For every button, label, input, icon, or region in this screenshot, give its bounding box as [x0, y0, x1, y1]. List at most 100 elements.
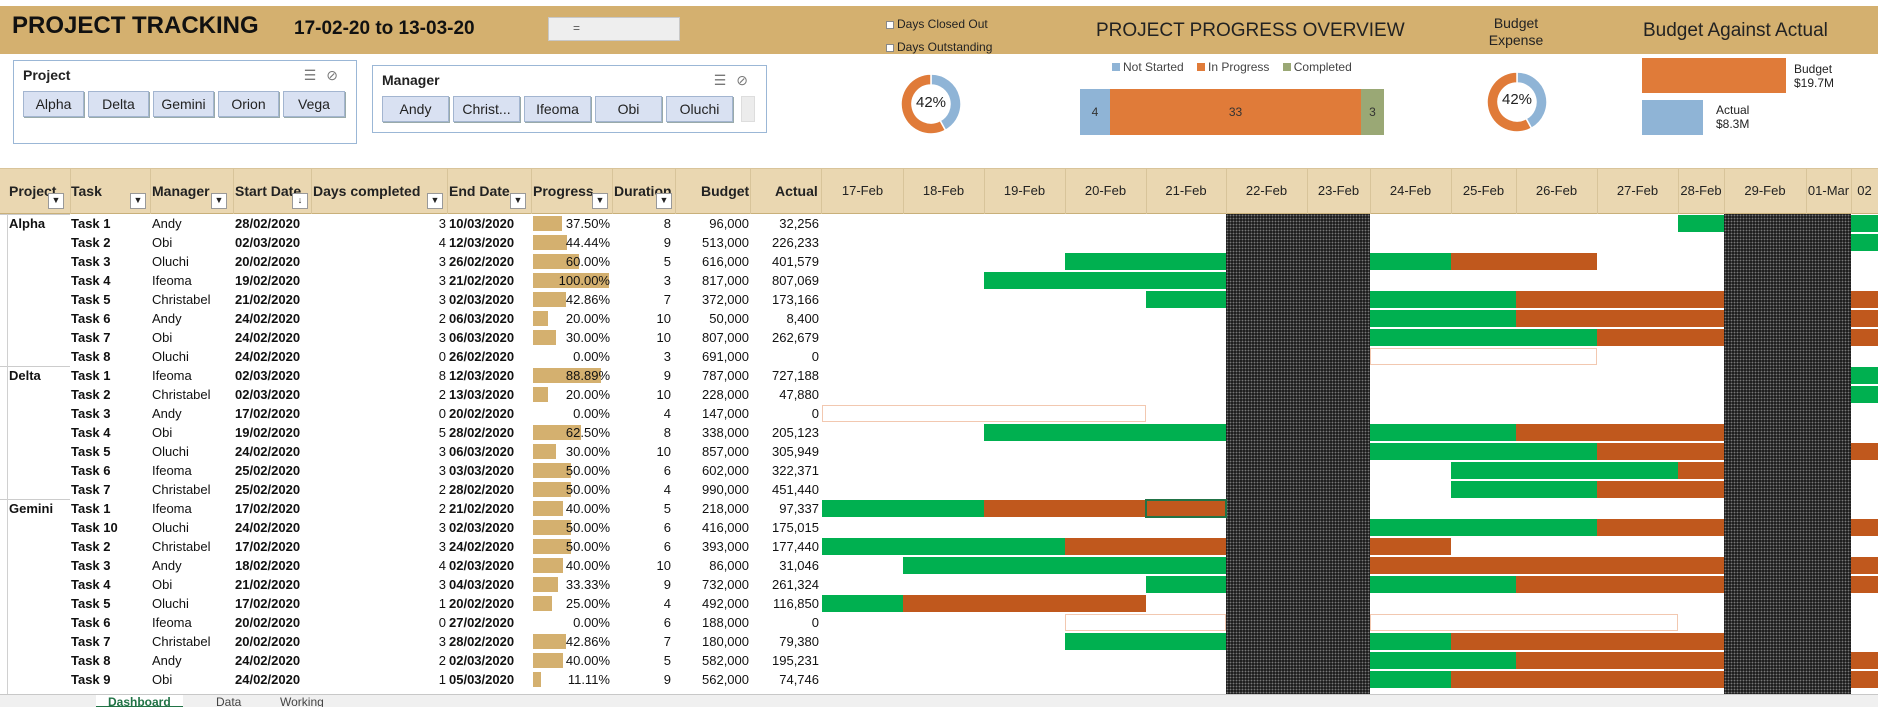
- cell-task[interactable]: Task 1: [71, 501, 149, 516]
- cell-progress[interactable]: 20.00%: [532, 311, 610, 326]
- gantt-bar-closed[interactable]: [903, 557, 1226, 574]
- filter-task-button[interactable]: ▼: [130, 193, 146, 209]
- gantt-bar-outstanding[interactable]: [1370, 538, 1451, 555]
- cell-duration[interactable]: 6: [614, 520, 671, 535]
- cell-end[interactable]: 06/03/2020: [449, 311, 530, 326]
- cell-end[interactable]: 12/03/2020: [449, 235, 530, 250]
- slicer-item-orion[interactable]: Orion: [218, 91, 279, 117]
- cell-task[interactable]: Task 5: [71, 596, 149, 611]
- cell-manager[interactable]: Obi: [152, 330, 232, 345]
- cell-days[interactable]: 3: [313, 577, 446, 592]
- cell-task[interactable]: Task 8: [71, 349, 149, 364]
- cell-end[interactable]: 04/03/2020: [449, 577, 530, 592]
- cell-actual[interactable]: 262,679: [752, 330, 819, 345]
- cell-task[interactable]: Task 2: [71, 539, 149, 554]
- cell-duration[interactable]: 8: [614, 216, 671, 231]
- gantt-bar-outstanding[interactable]: [1370, 557, 1724, 574]
- cell-duration[interactable]: 6: [614, 539, 671, 554]
- cell-progress[interactable]: 50.00%: [532, 463, 610, 478]
- cell-duration[interactable]: 10: [614, 330, 671, 345]
- clear-filter-icon[interactable]: ⊘: [326, 67, 348, 83]
- gantt-bar-closed[interactable]: [1370, 291, 1516, 308]
- cell-days[interactable]: 3: [313, 254, 446, 269]
- table-row[interactable]: Task 3 Andy 18/02/2020 4 02/03/2020 40.00% 10 8…: [0, 556, 1878, 575]
- cell-progress[interactable]: 30.00%: [532, 330, 610, 345]
- cell-days[interactable]: 3: [313, 463, 446, 478]
- gantt-bar-outstanding[interactable]: [1851, 329, 1878, 346]
- cell-task[interactable]: Task 10: [71, 520, 149, 535]
- cell-progress[interactable]: 0.00%: [532, 615, 610, 630]
- cell-progress[interactable]: 50.00%: [532, 482, 610, 497]
- cell-actual[interactable]: 175,015: [752, 520, 819, 535]
- gantt-bar-outstanding[interactable]: [1851, 519, 1878, 536]
- cell-task[interactable]: Task 1: [71, 368, 149, 383]
- slicer-item-obi[interactable]: Obi: [595, 96, 662, 122]
- cell-task[interactable]: Task 6: [71, 463, 149, 478]
- cell-budget[interactable]: 147,000: [677, 406, 749, 421]
- cell-progress[interactable]: 40.00%: [532, 653, 610, 668]
- cell-budget[interactable]: 513,000: [677, 235, 749, 250]
- table-row[interactable]: Task 3 Oluchi 20/02/2020 3 26/02/2020 60.00% 5…: [0, 252, 1878, 271]
- cell-duration[interactable]: 9: [614, 368, 671, 383]
- cell-start[interactable]: 02/03/2020: [235, 235, 312, 250]
- cell-budget[interactable]: 228,000: [677, 387, 749, 402]
- table-row[interactable]: Task 5 Oluchi 24/02/2020 3 06/03/2020 30.00% 1…: [0, 442, 1878, 461]
- cell-days[interactable]: 3: [313, 292, 446, 307]
- gantt-bar-outstanding[interactable]: [1516, 424, 1724, 441]
- cell-budget[interactable]: 562,000: [677, 672, 749, 687]
- slicer-item-alpha[interactable]: Alpha: [23, 91, 84, 117]
- table-row[interactable]: Task 9 Obi 24/02/2020 1 05/03/2020 11.11% 9 562…: [0, 670, 1878, 689]
- cell-actual[interactable]: 97,337: [752, 501, 819, 516]
- cell-start[interactable]: 19/02/2020: [235, 425, 312, 440]
- cell-manager[interactable]: Obi: [152, 425, 232, 440]
- cell-budget[interactable]: 96,000: [677, 216, 749, 231]
- cell-duration[interactable]: 7: [614, 292, 671, 307]
- gantt-bar-outstanding[interactable]: [1597, 481, 1724, 498]
- cell-progress[interactable]: 50.00%: [532, 520, 610, 535]
- gantt-bar-closed[interactable]: [822, 500, 984, 517]
- cell-budget[interactable]: 393,000: [677, 539, 749, 554]
- filter-duration-button[interactable]: ▼: [656, 193, 672, 209]
- cell-task[interactable]: Task 2: [71, 235, 149, 250]
- gantt-bar-closed[interactable]: [1370, 443, 1597, 460]
- cell-end[interactable]: 28/02/2020: [449, 425, 530, 440]
- cell-progress[interactable]: 33.33%: [532, 577, 610, 592]
- cell-days[interactable]: 4: [313, 235, 446, 250]
- cell-start[interactable]: 20/02/2020: [235, 254, 312, 269]
- slicer-item-ifeoma[interactable]: Ifeoma: [524, 96, 591, 122]
- gantt-bar-outstanding[interactable]: [1851, 291, 1878, 308]
- cell-actual[interactable]: 79,380: [752, 634, 819, 649]
- cell-actual[interactable]: 205,123: [752, 425, 819, 440]
- cell-end[interactable]: 12/03/2020: [449, 368, 530, 383]
- cell-end[interactable]: 20/02/2020: [449, 596, 530, 611]
- cell-task[interactable]: Task 3: [71, 558, 149, 573]
- cell-manager[interactable]: Oluchi: [152, 254, 232, 269]
- table-row[interactable]: Gemini Task 1 Ifeoma 17/02/2020 2 21/02/2020 4…: [0, 499, 1878, 518]
- gantt-bar-closed[interactable]: [1146, 291, 1226, 308]
- gantt-bar-closed[interactable]: [984, 424, 1226, 441]
- cell-manager[interactable]: Ifeoma: [152, 501, 232, 516]
- slicer-controls[interactable]: ☰⊘: [714, 72, 758, 89]
- cell-task[interactable]: Task 4: [71, 273, 149, 288]
- cell-budget[interactable]: 817,000: [677, 273, 749, 288]
- gantt-bar-outstanding[interactable]: [1516, 576, 1724, 593]
- cell-task[interactable]: Task 4: [71, 425, 149, 440]
- cell-start[interactable]: 24/02/2020: [235, 520, 312, 535]
- cell-days[interactable]: 0: [313, 406, 446, 421]
- cell-manager[interactable]: Andy: [152, 653, 232, 668]
- cell-task[interactable]: Task 3: [71, 406, 149, 421]
- cell-end[interactable]: 21/02/2020: [449, 501, 530, 516]
- gantt-bar-empty[interactable]: [1370, 614, 1678, 631]
- cell-actual[interactable]: 401,579: [752, 254, 819, 269]
- cell-budget[interactable]: 188,000: [677, 615, 749, 630]
- cell-manager[interactable]: Oluchi: [152, 349, 232, 364]
- cell-budget[interactable]: 86,000: [677, 558, 749, 573]
- cell-duration[interactable]: 3: [614, 273, 671, 288]
- cell-days[interactable]: 3: [313, 444, 446, 459]
- table-row[interactable]: Task 6 Ifeoma 25/02/2020 3 03/03/2020 50.00% 6…: [0, 461, 1878, 480]
- cell-budget[interactable]: 180,000: [677, 634, 749, 649]
- cell-actual[interactable]: 116,850: [752, 596, 819, 611]
- cell-actual[interactable]: 173,166: [752, 292, 819, 307]
- cell-manager[interactable]: Andy: [152, 406, 232, 421]
- cell-start[interactable]: 25/02/2020: [235, 463, 312, 478]
